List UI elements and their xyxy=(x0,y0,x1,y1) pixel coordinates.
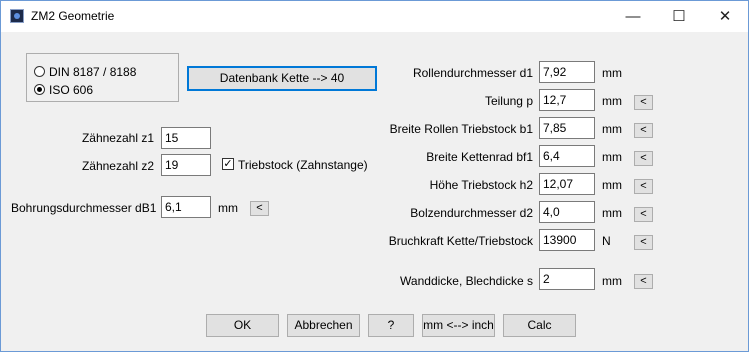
param-unit-bf1: mm xyxy=(602,150,622,164)
param-input-b1[interactable]: 7,85 xyxy=(539,117,595,139)
z2-input[interactable]: 19 xyxy=(161,154,211,176)
param-reset-h2[interactable]: < xyxy=(634,179,653,194)
db1-unit: mm xyxy=(218,201,238,215)
param-unit-h2: mm xyxy=(602,178,622,192)
param-unit-b1: mm xyxy=(602,122,622,136)
param-input-bruchkraft[interactable]: 13900 xyxy=(539,229,595,251)
param-label-d2: Bolzendurchmesser d2 xyxy=(410,206,533,220)
param-label-bf1: Breite Kettenrad bf1 xyxy=(426,150,533,164)
radio-din-label[interactable]: DIN 8187 / 8188 xyxy=(49,65,136,79)
param-unit-bruchkraft: N xyxy=(602,234,611,248)
triebstock-checkbox[interactable]: ✓ xyxy=(222,158,234,170)
param-reset-p[interactable]: < xyxy=(634,95,653,110)
z1-input[interactable]: 15 xyxy=(161,127,211,149)
close-button[interactable]: ✕ xyxy=(702,1,748,32)
param-input-p[interactable]: 12,7 xyxy=(539,89,595,111)
calc-button[interactable]: Calc xyxy=(503,314,576,337)
z2-label: Zähnezahl z2 xyxy=(81,159,154,173)
param-label-bruchkraft: Bruchkraft Kette/Triebstock xyxy=(388,234,533,248)
param-unit-p: mm xyxy=(602,94,622,108)
title-bar[interactable]: ZM2 Geometrie — ☐ ✕ xyxy=(1,1,748,32)
param-reset-d2[interactable]: < xyxy=(634,207,653,222)
radio-iso[interactable] xyxy=(34,84,45,95)
cancel-button[interactable]: Abbrechen xyxy=(287,314,360,337)
param-reset-wanddicke[interactable]: < xyxy=(634,274,653,289)
param-reset-b1[interactable]: < xyxy=(634,123,653,138)
window-title: ZM2 Geometrie xyxy=(31,9,115,23)
param-input-wanddicke[interactable]: 2 xyxy=(539,268,595,290)
param-unit-d2: mm xyxy=(602,206,622,220)
param-input-bf1[interactable]: 6,4 xyxy=(539,145,595,167)
radio-din[interactable] xyxy=(34,66,45,77)
maximize-button[interactable]: ☐ xyxy=(656,1,702,32)
param-label-p: Teilung p xyxy=(484,94,533,108)
db1-reset-button[interactable]: < xyxy=(250,201,269,216)
database-chain-button[interactable]: Datenbank Kette --> 40 xyxy=(187,66,377,91)
z1-label: Zähnezahl z1 xyxy=(81,131,154,145)
param-reset-bruchkraft[interactable]: < xyxy=(634,235,653,250)
app-icon xyxy=(10,9,24,23)
ok-button[interactable]: OK xyxy=(206,314,279,337)
db1-input[interactable]: 6,1 xyxy=(161,196,211,218)
param-unit-d1: mm xyxy=(602,66,622,80)
db1-label: Bohrungsdurchmesser dB1 xyxy=(11,201,157,215)
help-button[interactable]: ? xyxy=(368,314,414,337)
triebstock-label[interactable]: Triebstock (Zahnstange) xyxy=(238,158,368,172)
param-reset-bf1[interactable]: < xyxy=(634,151,653,166)
dialog-window: ZM2 Geometrie — ☐ ✕ DIN 8187 / 8188 ISO … xyxy=(0,0,749,352)
mm-inch-button[interactable]: mm <--> inch xyxy=(422,314,495,337)
param-input-d2[interactable]: 4,0 xyxy=(539,201,595,223)
param-input-d1[interactable]: 7,92 xyxy=(539,61,595,83)
param-label-b1: Breite Rollen Triebstock b1 xyxy=(389,122,533,136)
param-unit-wanddicke: mm xyxy=(602,274,622,288)
minimize-button[interactable]: — xyxy=(610,1,656,32)
param-label-wanddicke: Wanddicke, Blechdicke s xyxy=(400,274,533,288)
param-label-h2: Höhe Triebstock h2 xyxy=(429,178,533,192)
param-input-h2[interactable]: 12,07 xyxy=(539,173,595,195)
radio-iso-label[interactable]: ISO 606 xyxy=(49,83,93,97)
param-label-d1: Rollendurchmesser d1 xyxy=(412,66,533,80)
